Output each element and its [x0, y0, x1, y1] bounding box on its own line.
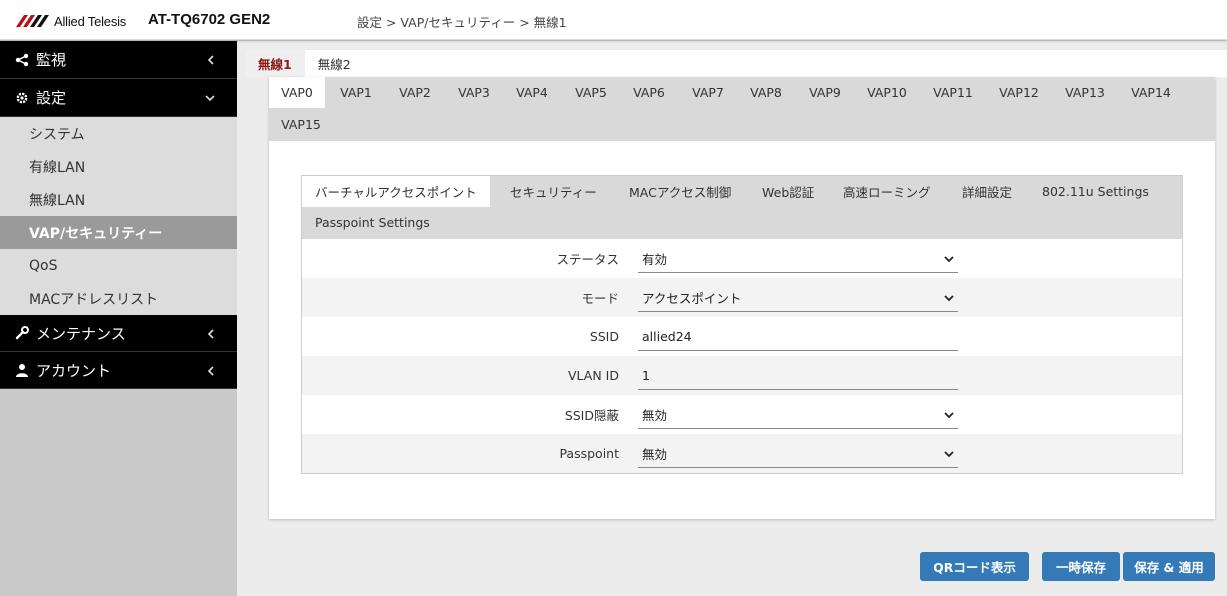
tab-vap10[interactable]: VAP10: [855, 77, 919, 108]
save-apply-button[interactable]: 保存 & 適用: [1123, 552, 1215, 581]
ssid-hide-select[interactable]: 無効: [638, 401, 958, 429]
settings-sub-tabs: バーチャルアクセスポイント セキュリティー MACアクセス制御 Web認証 高速…: [302, 176, 1182, 239]
top-header: Allied Telesis AT-TQ6702 GEN2 設定 > VAP/セ…: [0, 0, 1227, 40]
tab-vap5[interactable]: VAP5: [563, 77, 619, 108]
chevron-down-icon: [944, 401, 954, 429]
vap-settings-panel: バーチャルアクセスポイント セキュリティー MACアクセス制御 Web認証 高速…: [301, 175, 1183, 474]
chevron-down-icon: [944, 245, 954, 273]
tab-vap8[interactable]: VAP8: [738, 77, 794, 108]
vlan-id-value: 1: [642, 368, 650, 383]
tab-web-auth[interactable]: Web認証: [749, 176, 827, 207]
sidebar-section-label: 監視: [36, 51, 67, 69]
tab-vap12[interactable]: VAP12: [987, 77, 1051, 108]
wrench-icon: [14, 326, 30, 340]
form-row-mode: モード アクセスポイント: [302, 278, 1182, 317]
radio-tabs: 無線1 無線2: [245, 50, 1227, 77]
tab-vap6[interactable]: VAP6: [621, 77, 677, 108]
mode-value: アクセスポイント: [642, 291, 742, 306]
sidebar-item-mac-address-list[interactable]: MACアドレスリスト: [0, 282, 237, 315]
user-icon: [14, 363, 30, 377]
sidebar-section-maintenance[interactable]: メンテナンス: [0, 315, 237, 352]
sidebar-section-label: 設定: [36, 89, 67, 107]
tab-80211u-settings[interactable]: 802.11u Settings: [1029, 176, 1162, 207]
status-select[interactable]: 有効: [638, 245, 958, 273]
status-value: 有効: [642, 252, 668, 267]
tab-advanced-settings[interactable]: 詳細設定: [949, 176, 1025, 207]
form-row-ssid-hide: SSID隠蔽 無効: [302, 395, 1182, 434]
ssid-hide-value: 無効: [642, 408, 668, 423]
sidebar-section-account[interactable]: アカウント: [0, 352, 237, 389]
share-icon: [14, 53, 30, 67]
passpoint-select[interactable]: 無効: [638, 440, 958, 468]
breadcrumb: 設定 > VAP/セキュリティー > 無線1: [357, 15, 567, 30]
ssid-hide-label: SSID隠蔽: [564, 408, 619, 423]
brand-name: Allied Telesis: [54, 13, 127, 29]
tab-vap9[interactable]: VAP9: [797, 77, 853, 108]
chevron-down-icon: [944, 284, 954, 312]
tab-vap1[interactable]: VAP1: [329, 77, 383, 108]
tab-radio2[interactable]: 無線2: [305, 50, 364, 77]
ssid-value: allied24: [642, 329, 692, 344]
sidebar-item-wireless-lan[interactable]: 無線LAN: [0, 183, 237, 216]
device-model: AT-TQ6702 GEN2: [148, 11, 271, 28]
form-row-ssid: SSID allied24: [302, 317, 1182, 356]
vap-panel: VAP0 VAP1 VAP2 VAP3 VAP4 VAP5 VAP6 VAP7 …: [269, 77, 1215, 519]
mode-label: モード: [581, 291, 619, 306]
form-row-passpoint: Passpoint 無効: [302, 434, 1182, 473]
tab-mac-access-control[interactable]: MACアクセス制御: [616, 176, 744, 207]
temp-save-button[interactable]: 一時保存: [1042, 552, 1120, 581]
sidebar-section-label: メンテナンス: [36, 324, 126, 343]
tab-vap2[interactable]: VAP2: [387, 77, 443, 108]
tab-vap3[interactable]: VAP3: [446, 77, 502, 108]
sidebar-item-qos[interactable]: QoS: [0, 249, 237, 282]
chevron-left-icon: [207, 315, 215, 353]
vlan-id-label: VLAN ID: [568, 368, 619, 383]
tab-vap13[interactable]: VAP13: [1053, 77, 1117, 108]
chevron-down-icon: [944, 440, 954, 468]
form-row-status: ステータス 有効: [302, 239, 1182, 278]
allied-telesis-logo: Allied Telesis: [16, 13, 126, 29]
sidebar-item-wired-lan[interactable]: 有線LAN: [0, 150, 237, 183]
chevron-left-icon: [207, 352, 215, 390]
chevron-down-icon: [205, 79, 215, 117]
tab-vap11[interactable]: VAP11: [922, 77, 984, 108]
main-content: 無線1 無線2 VAP0 VAP1 VAP2 VAP3 VAP4 VAP5 VA…: [237, 41, 1227, 596]
tab-vap0[interactable]: VAP0: [269, 77, 325, 108]
passpoint-value: 無効: [642, 447, 668, 462]
mode-select[interactable]: アクセスポイント: [638, 284, 958, 312]
sidebar-item-vap-security[interactable]: VAP/セキュリティー: [0, 216, 237, 249]
tab-vap15[interactable]: VAP15: [269, 109, 333, 140]
sidebar: 監視 設定 システム 有線LAN 無線LAN VAP/セキュリティー QoS M…: [0, 41, 237, 596]
tab-vap4[interactable]: VAP4: [504, 77, 560, 108]
qr-code-button[interactable]: QRコード表示: [920, 552, 1029, 581]
vlan-id-input[interactable]: 1: [638, 362, 958, 390]
tab-vap14[interactable]: VAP14: [1119, 77, 1183, 108]
passpoint-label: Passpoint: [559, 446, 619, 461]
tab-fast-roaming[interactable]: 高速ローミング: [830, 176, 944, 207]
sidebar-section-label: アカウント: [36, 361, 112, 380]
tab-security[interactable]: セキュリティー: [497, 176, 610, 207]
tab-radio1[interactable]: 無線1: [245, 50, 305, 77]
sidebar-section-settings[interactable]: 設定: [0, 79, 237, 117]
sidebar-item-system[interactable]: システム: [0, 117, 237, 150]
sidebar-section-monitor[interactable]: 監視: [0, 41, 237, 79]
ssid-input[interactable]: allied24: [638, 323, 958, 351]
tab-passpoint-settings[interactable]: Passpoint Settings: [302, 207, 443, 238]
vap-tabs: VAP0 VAP1 VAP2 VAP3 VAP4 VAP5 VAP6 VAP7 …: [269, 77, 1215, 141]
gear-icon: [14, 91, 30, 105]
status-label: ステータス: [556, 252, 619, 267]
logo-mark-icon: [16, 15, 49, 27]
chevron-left-icon: [207, 41, 215, 79]
tab-virtual-access-point[interactable]: バーチャルアクセスポイント: [302, 176, 490, 207]
ssid-label: SSID: [589, 329, 619, 344]
tab-vap7[interactable]: VAP7: [680, 77, 736, 108]
form-row-vlan-id: VLAN ID 1: [302, 356, 1182, 395]
